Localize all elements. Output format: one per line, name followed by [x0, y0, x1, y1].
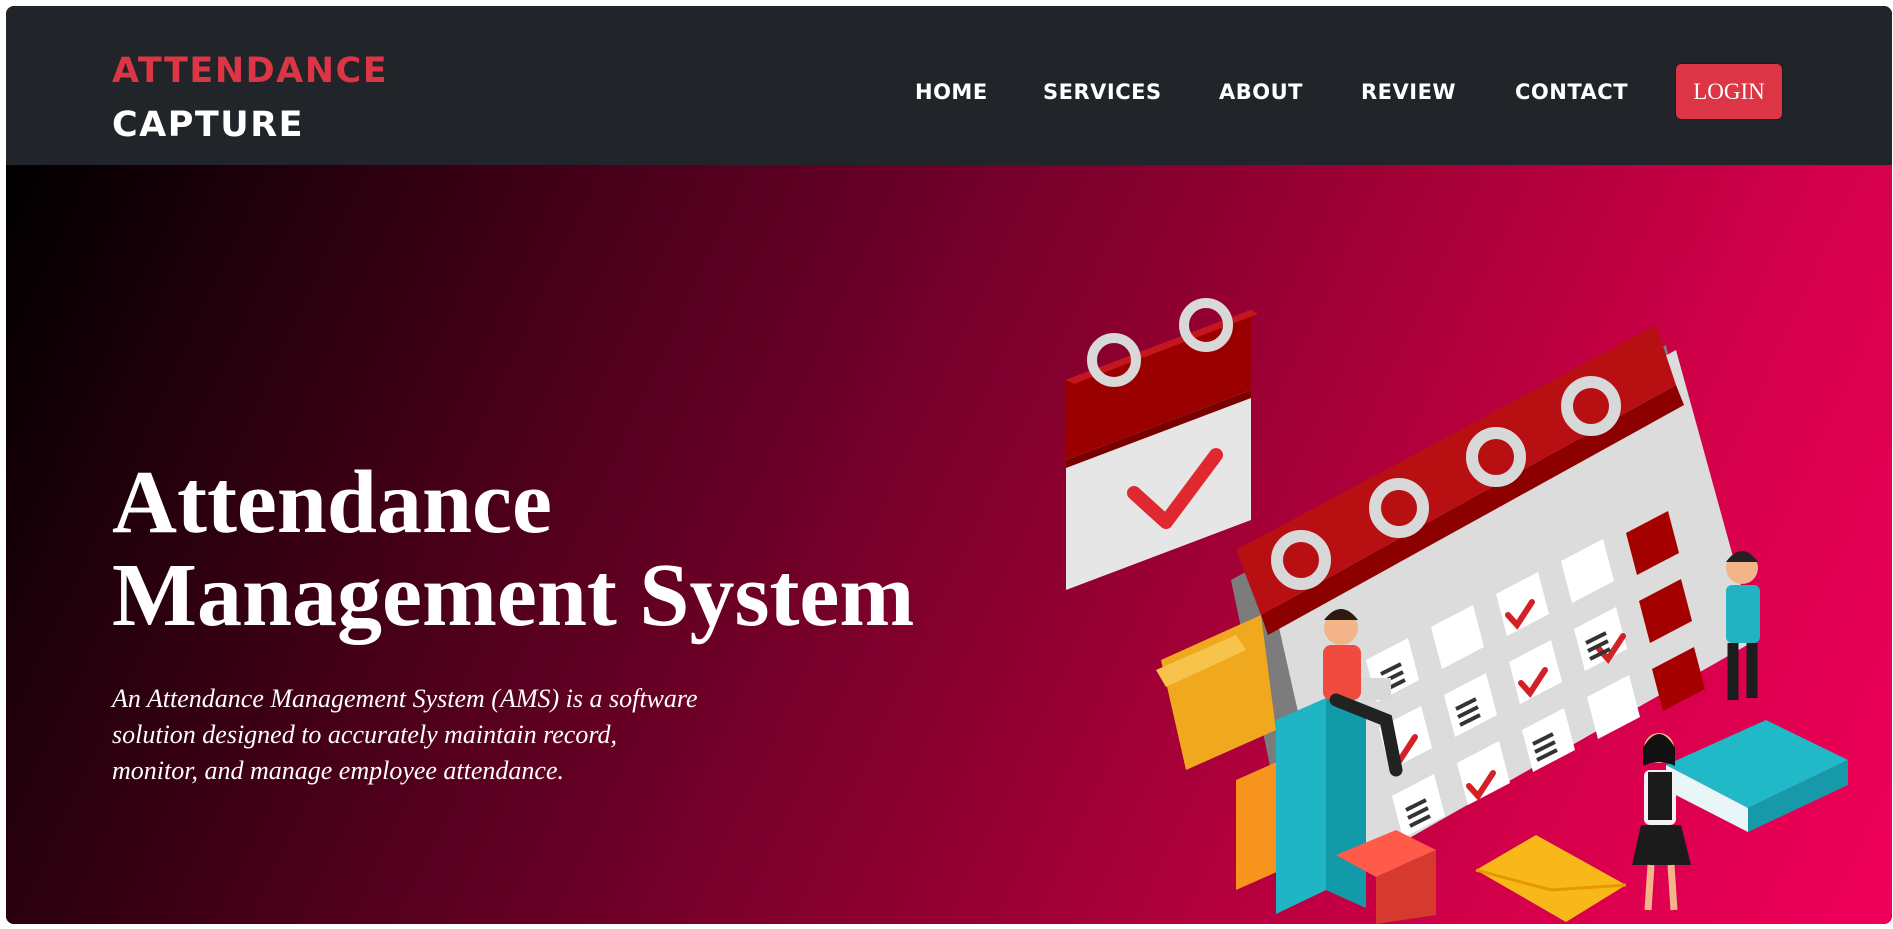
folder-icon [1156, 615, 1276, 770]
hero-description-line-3: monitor, and manage employee attendance. [112, 756, 565, 785]
nav-services[interactable]: SERVICES [1043, 80, 1162, 104]
login-button[interactable]: LOGIN [1675, 63, 1783, 120]
hero-title-line-1: Attendance [112, 453, 552, 552]
hero-section: Attendance Management System An Attendan… [6, 165, 1892, 924]
small-calendar-icon [1066, 298, 1258, 590]
books-icon [1666, 720, 1848, 832]
hero-description-line-2: solution designed to accurately maintain… [112, 720, 617, 749]
main-nav: HOME SERVICES ABOUT REVIEW CONTACT [6, 62, 1892, 122]
nav-about[interactable]: ABOUT [1219, 80, 1303, 104]
navbar: ATTENDANCE CAPTURE HOME SERVICES ABOUT R… [6, 6, 1892, 165]
page-frame: ATTENDANCE CAPTURE HOME SERVICES ABOUT R… [6, 6, 1892, 924]
hero-description: An Attendance Management System (AMS) is… [112, 681, 812, 789]
hero-title-line-2: Management System [112, 546, 915, 645]
nav-contact[interactable]: CONTACT [1515, 80, 1628, 104]
envelope-icon [1475, 835, 1627, 922]
nav-home[interactable]: HOME [915, 80, 988, 104]
person-standing-icon [1726, 551, 1760, 700]
hero-title: Attendance Management System [112, 456, 914, 642]
hero-description-line-1: An Attendance Management System (AMS) is… [112, 684, 698, 713]
nav-review[interactable]: REVIEW [1361, 80, 1456, 104]
calendar-attendance-illustration-icon [1066, 298, 1848, 924]
